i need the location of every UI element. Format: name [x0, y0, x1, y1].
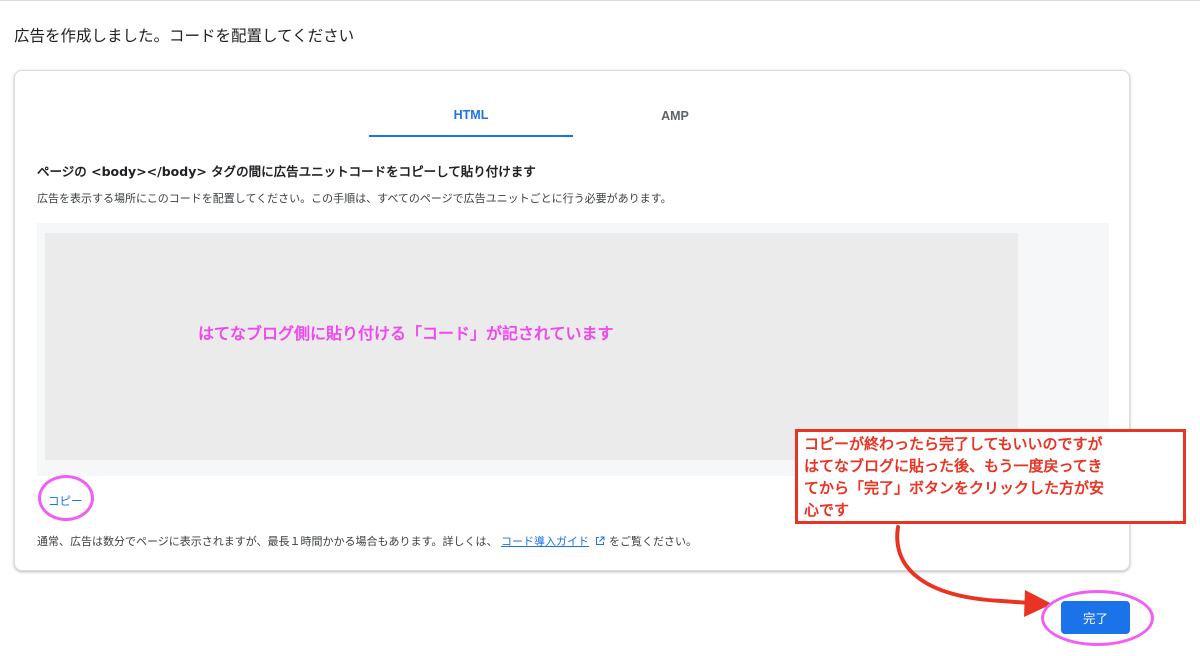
callout-line: コピーが終わったら完了してもいいのですが — [804, 435, 1103, 453]
tab-amp[interactable]: AMP — [573, 95, 777, 137]
code-annotation: はてなブログ側に貼り付ける「コード」が記されています — [198, 324, 614, 343]
instruction-description: 広告を表示する場所にこのコードを配置してください。この手順は、すべてのページで広… — [37, 192, 672, 205]
copy-highlight-circle — [38, 475, 94, 521]
annotation-callout: コピーが終わったら完了してもいいのですが はてなブログに貼った後、もう一度戻って… — [795, 429, 1186, 524]
callout-line: はてなブログに貼った後、もう一度戻ってき — [804, 457, 1103, 475]
ad-code-block[interactable]: はてなブログ側に貼り付ける「コード」が記されています — [45, 233, 1018, 460]
footer-note: 通常、広告は数分でページに表示されますが、最長１時間かかる場合もあります。詳しく… — [37, 533, 697, 549]
footer-text-before: 通常、広告は数分でページに表示されますが、最長１時間かかる場合もあります。詳しく… — [37, 535, 498, 548]
annotation-arrow — [895, 525, 1052, 617]
callout-line: 心です — [804, 501, 850, 519]
callout-line: てから「完了」ボタンをクリックした方が安 — [804, 479, 1105, 497]
open-in-new-icon — [595, 536, 605, 549]
footer-text-after: をご覧ください。 — [608, 535, 697, 548]
code-format-tabs: HTML AMP — [369, 95, 779, 137]
top-divider — [0, 0, 1200, 1]
instruction-heading: ページの <body></body> タグの間に広告ユニットコードをコピーして貼… — [37, 164, 536, 179]
tab-html[interactable]: HTML — [369, 95, 573, 137]
page-title: 広告を作成しました。コードを配置してください — [14, 27, 355, 45]
done-button[interactable]: 完了 — [1061, 601, 1130, 634]
code-guide-link[interactable]: コード導入ガイド — [501, 535, 589, 548]
